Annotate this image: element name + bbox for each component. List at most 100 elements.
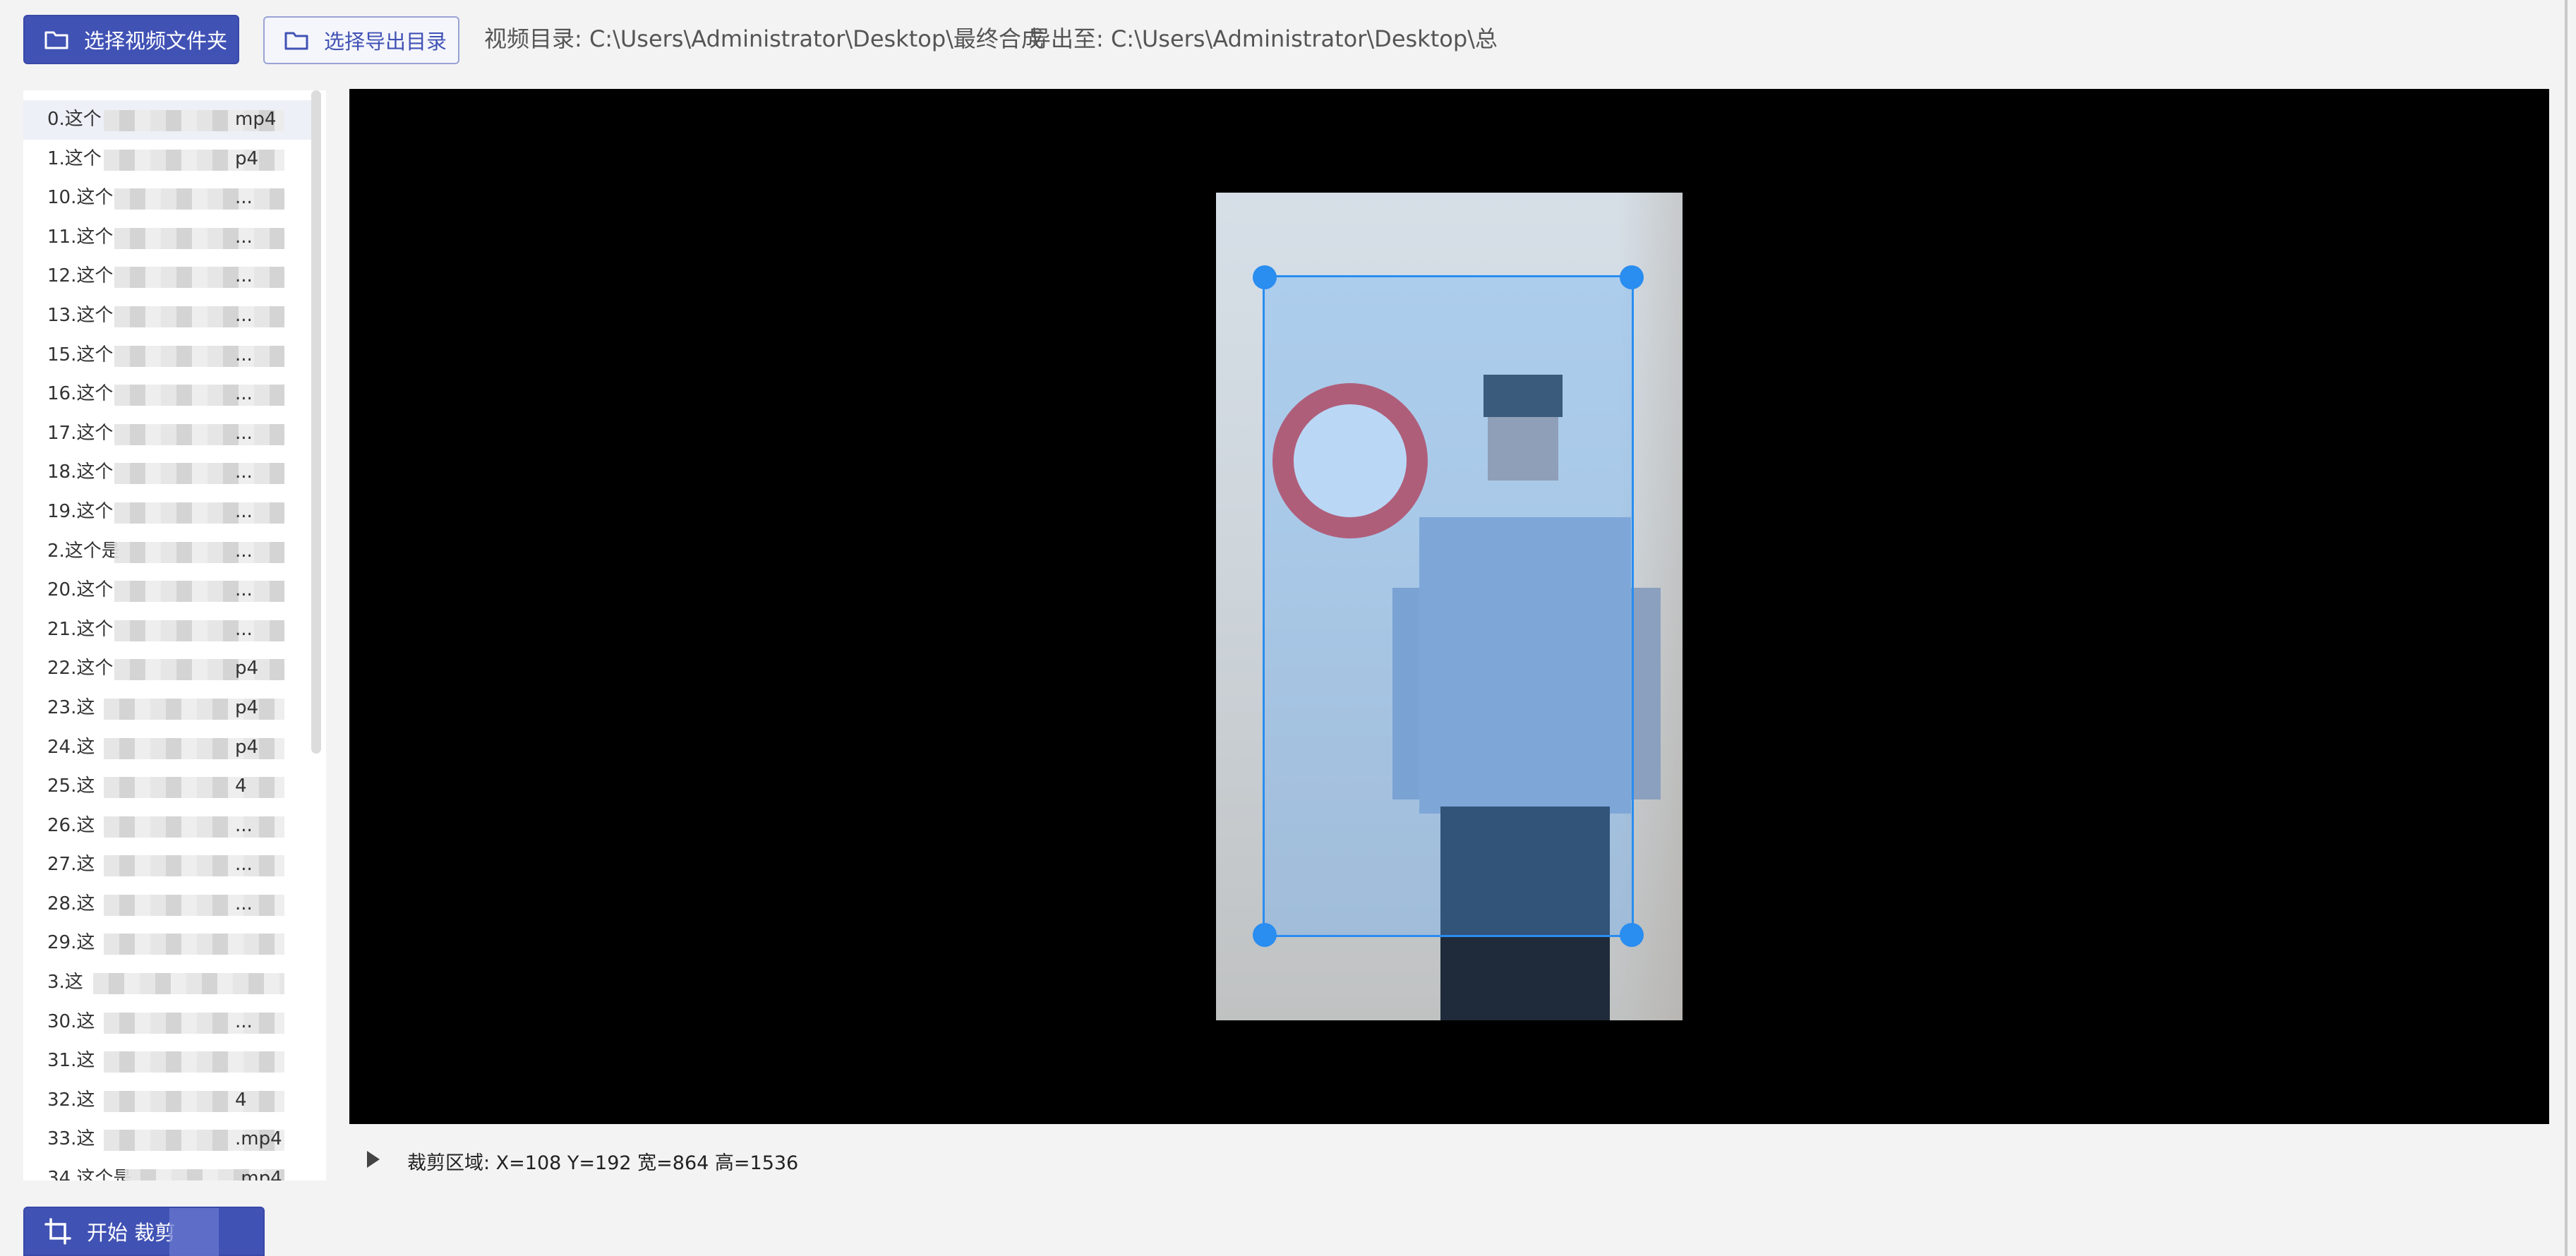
- file-name-suffix: ...: [235, 187, 253, 209]
- file-name-suffix: ...: [235, 814, 253, 836]
- file-list-item[interactable]: 11.这个...: [23, 218, 313, 258]
- play-button[interactable]: [363, 1147, 384, 1171]
- file-name-suffix: ...: [235, 304, 253, 326]
- file-name-suffix: ...: [235, 383, 253, 405]
- redacted-text: [114, 345, 284, 367]
- file-name-suffix: ...: [235, 893, 253, 914]
- video-file-list[interactable]: 0.这个 mp4 1.这个 p4 10.这个... 11.这个... 12.这个... 13.…: [23, 90, 326, 1180]
- start-crop-button[interactable]: 开始 裁剪: [23, 1207, 265, 1256]
- folder-icon: [284, 32, 308, 50]
- file-name-suffix: ...: [235, 1010, 253, 1032]
- crop-handle-top-right[interactable]: [1620, 265, 1644, 289]
- file-list-scrollbar[interactable]: [311, 90, 321, 754]
- file-name-prefix: 12.这个: [47, 265, 114, 287]
- file-name-suffix: ...: [235, 579, 253, 601]
- file-name-suffix: ...: [235, 500, 253, 522]
- redacted-text: [93, 973, 284, 995]
- file-name-prefix: 15.这个: [47, 344, 114, 366]
- file-list-item[interactable]: 1.这个 p4: [23, 140, 313, 179]
- file-list-item[interactable]: 21.这个...: [23, 610, 313, 650]
- file-list-item[interactable]: 2.这个是...: [23, 532, 313, 572]
- file-name-suffix: .mp4: [235, 1168, 282, 1180]
- redacted-text: [114, 423, 284, 445]
- redacted-text: [114, 620, 284, 641]
- file-name-prefix: 23.这: [47, 696, 95, 718]
- file-list-item[interactable]: 23.这 p4: [23, 689, 313, 728]
- file-list-item[interactable]: 25.这 4: [23, 767, 313, 807]
- redacted-text: [114, 227, 284, 249]
- file-name-suffix: p4: [235, 147, 259, 169]
- redacted-text: [104, 1012, 284, 1034]
- redacted-text: [104, 934, 284, 955]
- redacted-text: [114, 581, 284, 603]
- select-export-dir-label: 选择导出目录: [324, 30, 447, 54]
- file-list-item[interactable]: 13.这个...: [23, 296, 313, 336]
- file-list-item[interactable]: 15.这个...: [23, 336, 313, 375]
- file-list-item[interactable]: 20.这个...: [23, 571, 313, 610]
- file-name-suffix: 4: [235, 775, 247, 797]
- file-name-prefix: 16.这个: [47, 383, 114, 405]
- file-name-prefix: 13.这个: [47, 304, 114, 326]
- file-name-prefix: 17.这个: [47, 422, 114, 444]
- play-icon: [367, 1151, 380, 1168]
- file-list-item[interactable]: 31.这: [23, 1041, 313, 1081]
- select-video-folder-button[interactable]: 选择视频文件夹: [23, 15, 239, 64]
- select-export-dir-button[interactable]: 选择导出目录: [263, 16, 459, 64]
- file-list-item[interactable]: 10.这个...: [23, 179, 313, 218]
- file-list-item[interactable]: 29.这: [23, 924, 313, 963]
- redacted-text: [104, 777, 284, 799]
- file-list-item[interactable]: 17.这个...: [23, 414, 313, 454]
- file-name-prefix: 29.这: [47, 932, 95, 954]
- file-list-item[interactable]: 24.这 p4: [23, 728, 313, 768]
- redacted-text: [114, 188, 284, 210]
- file-list-item[interactable]: 22.这个 p4: [23, 649, 313, 689]
- file-name-suffix: mp4: [235, 109, 277, 130]
- window-scrollbar[interactable]: [2565, 0, 2568, 1256]
- video-preview[interactable]: [349, 89, 2549, 1124]
- export-dir-path: 导出至: C:\Users\Administrator\Desktop\总: [1028, 25, 1498, 52]
- file-name-suffix: ...: [235, 618, 253, 640]
- file-list-item[interactable]: 30.这...: [23, 1003, 313, 1042]
- crop-handle-bottom-right[interactable]: [1620, 923, 1644, 947]
- file-name-prefix: 1.这个: [47, 147, 102, 169]
- file-name-suffix: 4: [235, 1089, 247, 1111]
- file-name-prefix: 26.这: [47, 814, 95, 836]
- redacted-text: [104, 894, 284, 916]
- redacted-text: [114, 541, 284, 563]
- file-list-item[interactable]: 3.这: [23, 963, 313, 1003]
- file-list-item[interactable]: 27.这...: [23, 845, 313, 885]
- file-list-item[interactable]: 33.这 .mp4: [23, 1120, 313, 1159]
- file-list-item[interactable]: 12.这个...: [23, 257, 313, 296]
- crop-region[interactable]: [1253, 265, 1644, 947]
- video-dir-path: 视频目录: C:\Users\Administrator\Desktop\最终合…: [484, 25, 1044, 52]
- redacted-text: [104, 816, 284, 838]
- file-name-suffix: p4: [235, 658, 259, 680]
- file-name-suffix: p4: [235, 696, 259, 718]
- file-name-suffix: ...: [235, 226, 253, 248]
- select-video-folder-label: 选择视频文件夹: [84, 29, 228, 53]
- redacted-text: [114, 267, 284, 289]
- file-list-item[interactable]: 19.这个...: [23, 493, 313, 532]
- file-list-item[interactable]: 16.这个...: [23, 375, 313, 414]
- file-name-prefix: 24.这: [47, 736, 95, 758]
- file-name-suffix: p4: [235, 736, 259, 758]
- file-name-prefix: 30.这: [47, 1010, 95, 1032]
- crop-region-info: 裁剪区域: X=108 Y=192 宽=864 高=1536: [407, 1152, 799, 1174]
- file-name-prefix: 19.这个: [47, 500, 114, 522]
- crop-handle-top-left[interactable]: [1253, 265, 1277, 289]
- redacted-text: [104, 855, 284, 877]
- file-list-item[interactable]: 28.这...: [23, 885, 313, 924]
- file-name-suffix: ...: [235, 265, 253, 287]
- file-list-item[interactable]: 26.这...: [23, 807, 313, 846]
- file-list-item[interactable]: 32.这 4: [23, 1081, 313, 1121]
- crop-handle-bottom-left[interactable]: [1253, 923, 1277, 947]
- file-name-prefix: 28.这: [47, 893, 95, 914]
- folder-icon: [44, 31, 68, 49]
- file-name-suffix: ...: [235, 854, 253, 876]
- file-list-item[interactable]: 34.这个是 .mp4: [23, 1159, 313, 1180]
- file-name-suffix: .mp4: [235, 1128, 282, 1150]
- redacted-text: [104, 1051, 284, 1073]
- crop-icon: [44, 1218, 71, 1245]
- file-list-item[interactable]: 18.这个...: [23, 453, 313, 493]
- file-list-item[interactable]: 0.这个 mp4: [23, 100, 313, 140]
